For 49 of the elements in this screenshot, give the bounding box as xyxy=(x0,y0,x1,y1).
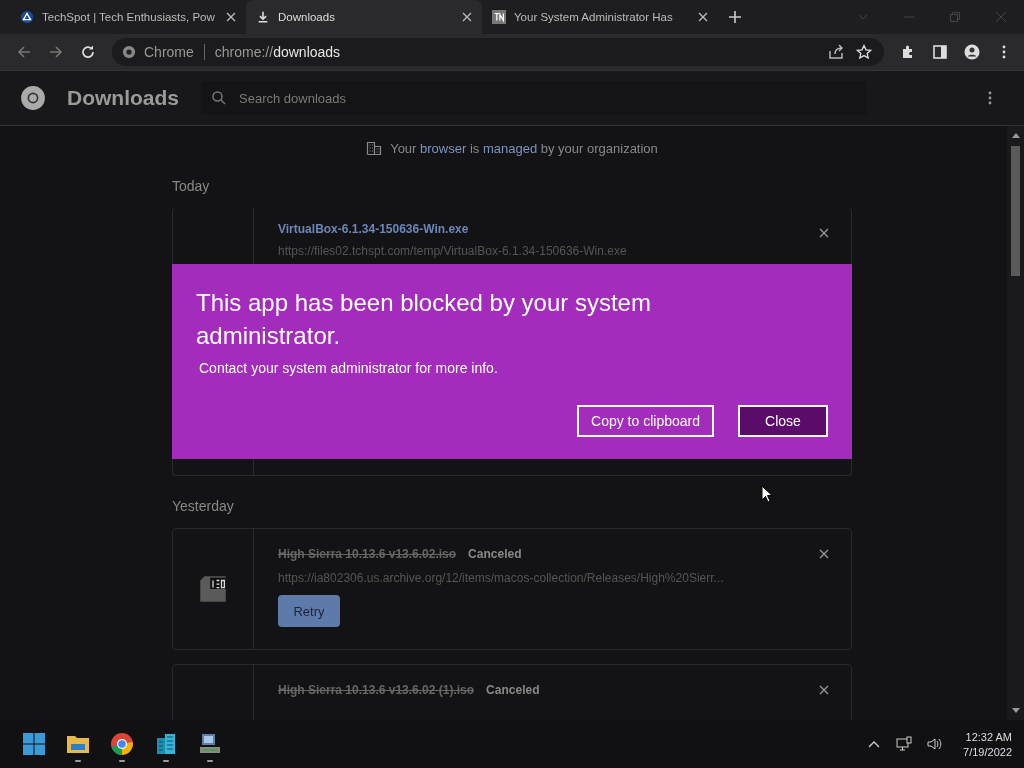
file-name: High Sierra 10.13.6 v13.6.02.iso xyxy=(278,547,457,561)
date-heading: Yesterday xyxy=(172,498,235,514)
mouse-cursor-icon xyxy=(761,485,773,503)
buildings-icon xyxy=(154,732,178,756)
close-icon[interactable] xyxy=(819,228,829,238)
chrome-logo-icon xyxy=(110,732,134,756)
download-status: Canceled xyxy=(486,683,540,697)
close-icon[interactable] xyxy=(462,12,472,22)
copy-button[interactable]: Copy to clipboard xyxy=(577,405,714,437)
clock[interactable]: 12:32 AM 7/19/2022 xyxy=(963,730,1012,758)
plus-icon[interactable] xyxy=(728,10,742,24)
browser-tab[interactable]: Downloads xyxy=(246,0,482,34)
managed-notice: Your browser is managed by your organization xyxy=(390,140,658,156)
tn-logo-icon xyxy=(492,10,506,24)
clock-time: 12:32 AM xyxy=(965,730,1012,743)
address-bar[interactable]: Chrome chrome://downloads xyxy=(112,38,884,66)
file-name: High Sierra 10.13.6 v13.6.02 (1).iso xyxy=(278,683,475,697)
search-field[interactable]: Search downloads xyxy=(201,81,867,115)
close-icon[interactable] xyxy=(819,685,829,695)
notice-link[interactable]: browser xyxy=(420,140,467,156)
date-heading: Today xyxy=(172,178,211,194)
browser-tab[interactable]: TechSpot | Tech Enthusiasts, Pow xyxy=(10,0,246,34)
search-icon xyxy=(211,90,227,106)
site-label: Chrome xyxy=(144,44,194,60)
browser-tab[interactable]: Your System Administrator Has xyxy=(482,0,718,34)
chrome-logo-icon xyxy=(122,45,136,59)
download-status: Canceled xyxy=(468,547,522,561)
triangle-logo-icon xyxy=(20,10,34,24)
close-icon[interactable] xyxy=(819,549,829,559)
scrollbar[interactable] xyxy=(1007,126,1024,720)
scroll-up-icon[interactable] xyxy=(1011,132,1020,138)
dialog-message: Contact your system administrator for more info. xyxy=(199,360,499,376)
close-icon[interactable] xyxy=(698,12,708,22)
file-name[interactable]: VirtualBox-6.1.34-150636-Win.exe xyxy=(278,222,469,236)
download-icon xyxy=(256,10,270,24)
dialog-title: This app has been blocked by your system administrator. xyxy=(196,288,652,351)
close-button[interactable]: Close xyxy=(738,405,828,437)
scroll-down-icon[interactable] xyxy=(1011,708,1020,714)
url-text: chrome://downloads xyxy=(214,44,341,60)
building-icon xyxy=(366,140,383,156)
windows-logo-icon xyxy=(22,732,46,756)
clock-date: 7/19/2022 xyxy=(963,745,1012,758)
chrome-logo-icon xyxy=(20,85,46,111)
close-icon[interactable] xyxy=(226,12,236,22)
computer-icon xyxy=(198,732,222,756)
scroll-thumb[interactable] xyxy=(1011,146,1020,276)
notice-link[interactable]: managed xyxy=(482,140,538,156)
retry-button[interactable]: Retry xyxy=(278,595,340,627)
page-title: Downloads xyxy=(67,86,179,110)
